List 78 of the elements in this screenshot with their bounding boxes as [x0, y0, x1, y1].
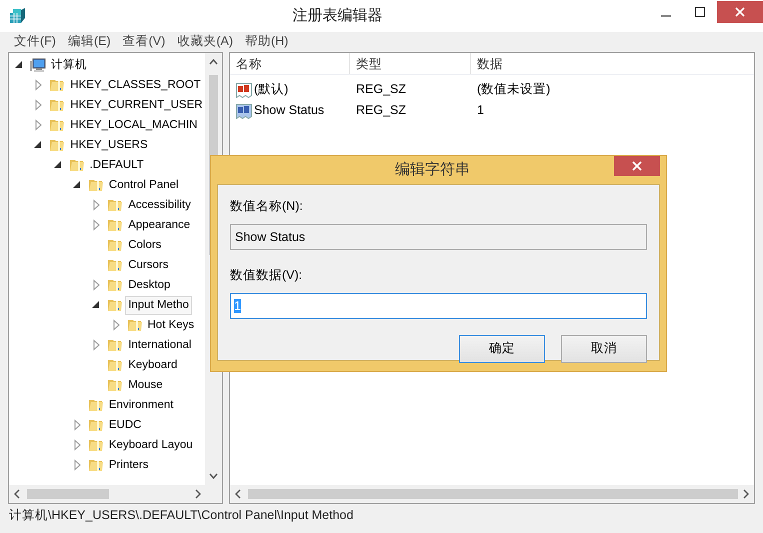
folder-icon: [49, 97, 66, 113]
folder-icon: [107, 337, 124, 353]
tree-item[interactable]: Printers: [106, 456, 152, 474]
folder-icon: [88, 457, 104, 473]
string-value-icon: [236, 82, 252, 98]
tree-item[interactable]: 计算机: [48, 56, 90, 74]
horizontal-scrollbar[interactable]: [230, 485, 754, 503]
menu-item[interactable]: 收藏夹(A): [171, 32, 239, 52]
table-cell-text: REG_SZ: [356, 81, 406, 98]
tree-item[interactable]: Control Panel: [106, 176, 182, 194]
folder-icon: [88, 397, 104, 413]
folder-icon: [49, 137, 66, 153]
folder-icon: [88, 437, 104, 453]
status-path-text: 计算机\HKEY_USERS\.DEFAULT\Control Panel\Input Method: [9, 508, 354, 522]
menu-item[interactable]: 查看(V): [116, 32, 172, 52]
value-name-field[interactable]: Show Status: [230, 224, 647, 250]
tree-item[interactable]: Hot Keys: [144, 316, 198, 334]
computer-icon: [30, 57, 46, 73]
table-cell-text: REG_SZ: [356, 102, 406, 120]
folder-icon: [88, 417, 104, 433]
folder-icon: [107, 357, 124, 373]
scroll-thumb[interactable]: [248, 489, 738, 499]
table-cell-text: (数值未设置): [477, 81, 550, 98]
folder-icon: [88, 177, 104, 193]
dialog-button[interactable]: 确定: [459, 334, 545, 362]
maximize-icon: [695, 7, 705, 17]
folder-icon: [107, 377, 124, 393]
field-label: 数值名称(N):: [230, 198, 304, 215]
tree-item[interactable]: HKEY_CURRENT_USER: [67, 96, 206, 114]
table-cell-text: (默认): [254, 81, 288, 98]
table-cell-text: Show Status: [254, 102, 324, 120]
dialog-title: 编辑字符串: [394, 160, 471, 180]
scroll-thumb[interactable]: [27, 489, 109, 499]
tree-item[interactable]: .DEFAULT: [86, 156, 147, 174]
close-button[interactable]: [717, 1, 763, 23]
menu-item[interactable]: 帮助(H): [238, 32, 294, 52]
menu-item[interactable]: 文件(F): [8, 32, 62, 52]
column-header[interactable]: 名称: [230, 53, 350, 74]
tree-item[interactable]: HKEY_CLASSES_ROOT: [67, 76, 204, 94]
tree-item[interactable]: Desktop: [125, 276, 174, 294]
registry-icon: [8, 7, 26, 25]
tree-item[interactable]: Mouse: [125, 376, 166, 394]
close-button[interactable]: [614, 156, 660, 176]
column-header[interactable]: 数据: [471, 53, 754, 74]
folder-icon: [107, 257, 124, 273]
folder-icon: [107, 217, 124, 233]
tree-item[interactable]: EUDC: [106, 416, 144, 434]
window-title: 注册表编辑器: [292, 6, 384, 26]
folder-icon: [68, 157, 85, 173]
folder-icon: [49, 77, 66, 93]
folder-icon: [107, 197, 124, 213]
tree-item[interactable]: Accessibility: [125, 196, 194, 214]
tree-item[interactable]: Colors: [125, 236, 164, 254]
tree-item[interactable]: Environment: [106, 396, 176, 414]
tree-item[interactable]: International: [125, 336, 194, 354]
tree-item[interactable]: Cursors: [125, 256, 172, 274]
close-icon: [735, 7, 745, 17]
table-cell-text: 1: [477, 102, 484, 120]
folder-icon: [107, 277, 124, 293]
tree-item[interactable]: HKEY_LOCAL_MACHIN: [67, 116, 200, 134]
horizontal-scrollbar[interactable]: [9, 485, 206, 503]
close-icon: [632, 161, 642, 171]
tree-item[interactable]: Appearance: [125, 216, 194, 234]
tree-item[interactable]: Keyboard: [125, 356, 180, 374]
folder-icon: [107, 237, 124, 253]
tree-item[interactable]: HKEY_USERS: [67, 136, 151, 154]
expand-arrow-icon[interactable]: [110, 319, 122, 331]
field-label: 数值数据(V):: [230, 266, 304, 284]
column-header[interactable]: 类型: [350, 53, 471, 74]
menu-item[interactable]: 编辑(E): [62, 32, 117, 52]
minimize-icon: [661, 15, 671, 17]
folder-icon: [107, 297, 124, 313]
tree-item[interactable]: Input Metho: [125, 296, 192, 314]
dialog-button[interactable]: 取消: [561, 334, 647, 362]
folder-icon: [49, 117, 66, 133]
string-value-icon: [236, 102, 252, 118]
tree-item[interactable]: Keyboard Layou: [106, 436, 196, 454]
folder-icon: [126, 317, 142, 333]
